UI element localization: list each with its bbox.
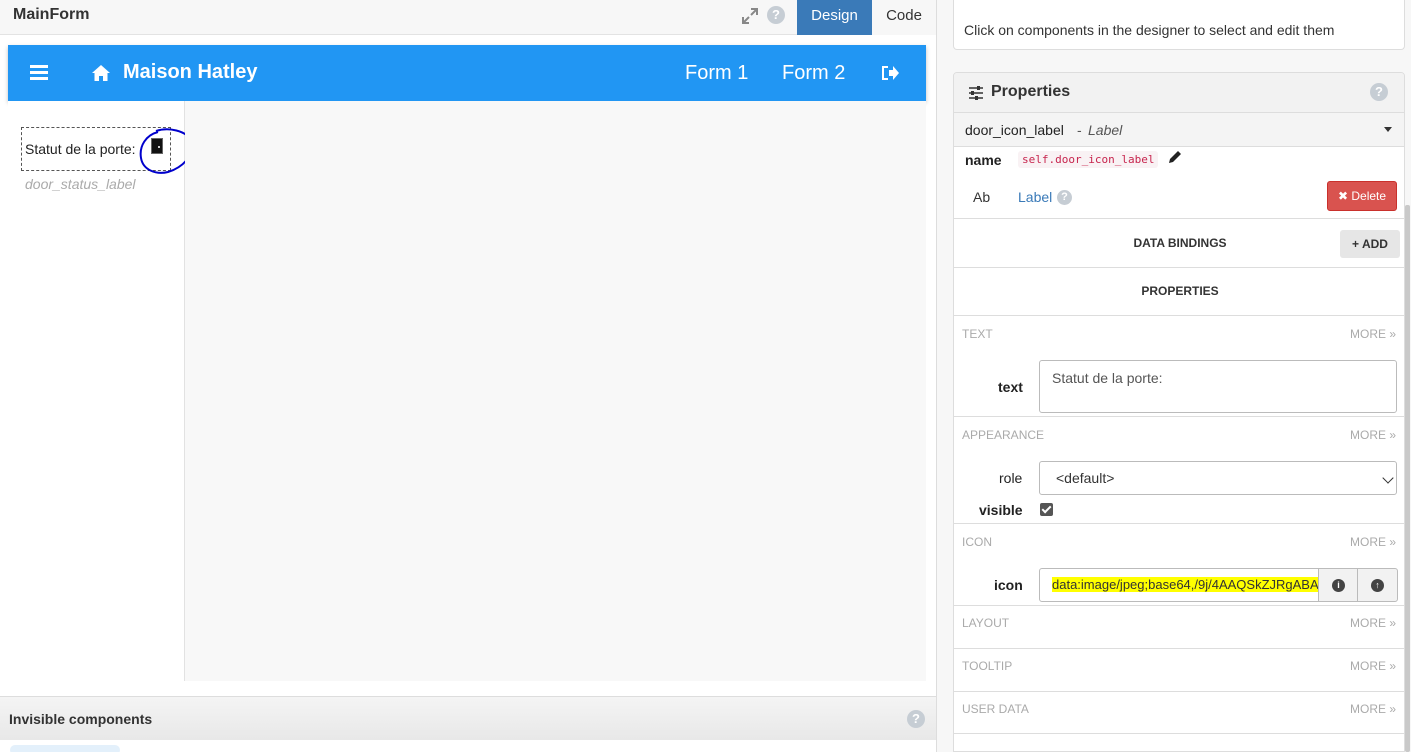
tooltip-category (954, 648, 1404, 691)
name-value: self.door_icon_label (1018, 151, 1159, 168)
category-appearance-label[interactable]: APPEARANCE (962, 428, 1044, 442)
chevron-double-down-icon: » (1389, 535, 1397, 549)
name-label: name (965, 152, 1002, 168)
expand-icon[interactable] (741, 7, 759, 25)
more-label: MORE (1350, 616, 1386, 630)
more-tooltip-button[interactable]: MORE » (1350, 659, 1396, 673)
caret-down-icon[interactable] (1384, 127, 1392, 132)
designer-area: MainForm ? Design Code Maison Hatley For… (0, 0, 936, 752)
visible-checkbox[interactable] (1040, 503, 1053, 516)
more-label: MORE (1350, 327, 1386, 341)
component-type: Label (1088, 122, 1123, 138)
home-icon[interactable] (91, 63, 111, 83)
category-icon-label[interactable]: ICON (962, 535, 992, 549)
delete-button[interactable]: ✖ Delete (1327, 181, 1397, 211)
category-tooltip-label[interactable]: TOOLTIP (962, 659, 1012, 673)
hamburger-icon[interactable] (30, 65, 48, 80)
layout-category (954, 605, 1404, 648)
nav-link-form-1[interactable]: Form 1 (685, 62, 748, 85)
help-icon[interactable]: ? (1057, 190, 1072, 205)
data-bindings-title: DATA BINDINGS (1133, 236, 1227, 250)
text-input[interactable]: Statut de la porte: (1039, 360, 1397, 413)
logout-icon[interactable] (880, 64, 900, 82)
visible-field-label: visible (979, 502, 1023, 518)
text-field-label: text (998, 379, 1023, 395)
app-navbar[interactable]: Maison Hatley Form 1 Form 2 (8, 45, 926, 101)
nav-link-form-2[interactable]: Form 2 (782, 62, 845, 85)
door-label-text: Statut de la porte: (25, 141, 136, 157)
more-label: MORE (1350, 428, 1386, 442)
help-icon[interactable]: ? (907, 710, 925, 728)
component-selector[interactable]: door_icon_label - Label (954, 113, 1404, 147)
chevron-double-down-icon: » (1389, 616, 1397, 630)
more-label: MORE (1350, 659, 1386, 673)
tab-design[interactable]: Design (797, 0, 872, 35)
sidebar-panel[interactable]: Statut de la porte: door_status_label (8, 101, 195, 681)
hint-text: Click on components in the designer to s… (964, 22, 1335, 38)
properties-header: Properties ? (954, 73, 1404, 113)
category-user-data-label[interactable]: USER DATA (962, 702, 1029, 716)
role-select[interactable]: <default> (1039, 461, 1397, 495)
tab-code[interactable]: Code (872, 0, 936, 35)
sliders-icon (969, 86, 983, 100)
app-brand-title[interactable]: Maison Hatley (123, 61, 257, 84)
invisible-components-title: Invisible components (9, 711, 153, 727)
more-text-button[interactable]: MORE » (1350, 327, 1396, 341)
pencil-icon[interactable] (1167, 149, 1183, 165)
more-appearance-button[interactable]: MORE » (1350, 428, 1396, 442)
component-type-link[interactable]: Label (1018, 189, 1052, 205)
section-divider (954, 733, 1404, 734)
properties-title: Properties (991, 83, 1071, 100)
role-field-label: role (999, 470, 1023, 486)
component-name: door_icon_label (965, 122, 1064, 138)
door-status-label-caption[interactable]: door_status_label (25, 176, 136, 192)
scrollbar[interactable] (1405, 205, 1410, 752)
more-user-data-button[interactable]: MORE » (1350, 702, 1396, 716)
more-label: MORE (1350, 702, 1386, 716)
plus-icon: + (1352, 237, 1360, 251)
right-panel: Click on components in the designer to s… (937, 0, 1411, 752)
icon-input-value: data:image/jpeg;base64,/9j/4AAQSkZJRgABA… (1052, 577, 1318, 592)
category-text-label[interactable]: TEXT (962, 327, 993, 341)
content-panel[interactable] (185, 101, 926, 681)
chevron-double-down-icon: » (1389, 659, 1397, 673)
chevron-double-down-icon: » (1389, 327, 1397, 341)
info-icon: i (1332, 579, 1345, 592)
delete-button-label: Delete (1351, 189, 1387, 203)
properties-section-title: PROPERTIES (1141, 284, 1219, 298)
icon-input[interactable]: data:image/jpeg;base64,/9j/4AAQSkZJRgABA… (1039, 568, 1319, 602)
add-button-label: ADD (1361, 237, 1388, 251)
form-canvas: Maison Hatley Form 1 Form 2 Statut de la… (8, 45, 926, 681)
icon-info-button[interactable]: i (1318, 568, 1358, 602)
label-type-icon: Ab (973, 189, 991, 205)
component-separator: - (1077, 122, 1082, 138)
help-icon[interactable]: ? (1370, 83, 1388, 101)
hint-box: Click on components in the designer to s… (953, 0, 1405, 50)
properties-section: PROPERTIES (954, 267, 1404, 315)
chevron-double-down-icon: » (1389, 428, 1397, 442)
invisible-component-chip[interactable] (10, 745, 120, 752)
help-icon[interactable]: ? (767, 6, 785, 24)
more-icon-button[interactable]: MORE » (1350, 535, 1396, 549)
icon-field-label: icon (994, 577, 1023, 593)
add-binding-button[interactable]: + ADD (1340, 230, 1400, 258)
chevron-double-down-icon: » (1389, 702, 1397, 716)
designer-topbar: MainForm ? Design Code (0, 0, 936, 35)
user-data-category (954, 691, 1404, 751)
properties-panel: Properties ? door_icon_label - Label nam… (953, 72, 1405, 752)
more-label: MORE (1350, 535, 1386, 549)
category-layout-label[interactable]: LAYOUT (962, 616, 1009, 630)
form-title: MainForm (13, 6, 90, 23)
upload-arrow-icon: ↑ (1371, 579, 1384, 592)
data-bindings-section: DATA BINDINGS (954, 218, 1404, 267)
close-icon: ✖ (1337, 189, 1349, 203)
more-layout-button[interactable]: MORE » (1350, 616, 1396, 630)
icon-upload-button[interactable]: ↑ (1357, 568, 1398, 602)
invisible-components-bar: Invisible components ? (0, 696, 936, 740)
